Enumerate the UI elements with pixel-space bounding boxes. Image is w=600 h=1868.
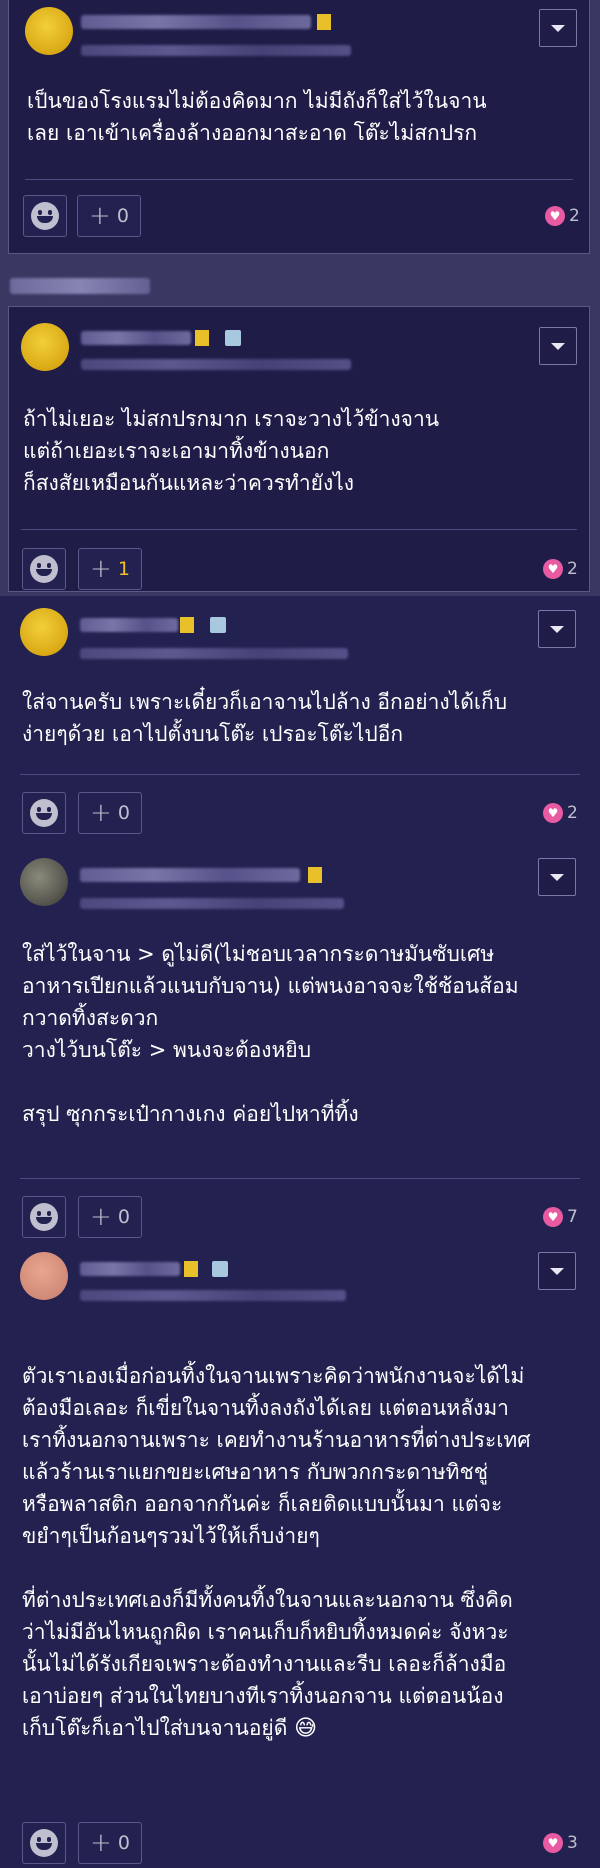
smiley-icon [30, 799, 58, 827]
timestamp-blurred [80, 1290, 346, 1301]
plus-button[interactable]: + 0 [78, 1196, 142, 1238]
member-badge [308, 867, 322, 883]
member-badge [180, 617, 194, 633]
emotion-button[interactable] [22, 548, 66, 590]
heart-icon: ♥ [545, 206, 565, 226]
emotion-button[interactable] [23, 195, 67, 237]
plus-button[interactable]: + 0 [78, 1822, 142, 1864]
heart-count: 3 [567, 1833, 578, 1853]
smiley-icon [30, 555, 58, 583]
plus-button[interactable]: + 0 [77, 195, 141, 237]
emotion-button[interactable] [22, 792, 66, 834]
verified-badge [212, 1261, 228, 1277]
timestamp-blurred [80, 648, 348, 659]
plus-icon: + [90, 1828, 112, 1858]
heart-icon: ♥ [543, 559, 563, 579]
avatar[interactable] [20, 858, 68, 906]
smiley-icon [31, 202, 59, 230]
chevron-down-icon [550, 625, 564, 633]
chevron-down-icon [550, 873, 564, 881]
avatar[interactable] [20, 608, 68, 656]
comment-text: ใส่ไว้ในจาน > ดูไม่ดี(ไม่ชอบเวลากระดาษมั… [22, 942, 519, 1126]
timestamp-blurred [81, 45, 351, 56]
avatar[interactable] [21, 323, 69, 371]
username-blurred[interactable] [80, 868, 300, 882]
plus-count: 0 [117, 1832, 130, 1854]
heart-reaction[interactable]: ♥ 2 [545, 206, 580, 226]
avatar[interactable] [20, 1252, 68, 1300]
plus-count: 0 [117, 802, 130, 824]
comment-text: เป็นของโรงแรมไม่ต้องคิดมาก ไม่มีถังก็ใส่… [27, 89, 487, 145]
divider [20, 1178, 580, 1179]
comment-text: ตัวเราเองเมื่อก่อนทิ้งในจานเพราะคิดว่าพน… [22, 1328, 578, 1745]
sweat-smile-emoji: 😅 [294, 1716, 317, 1741]
plus-button[interactable]: + 0 [78, 792, 142, 834]
comment-menu-button[interactable] [539, 327, 577, 365]
emotion-button[interactable] [22, 1196, 66, 1238]
reply-block: ใส่ไว้ในจาน > ดูไม่ดี(ไม่ชอบเวลากระดาษมั… [0, 850, 600, 1250]
emotion-button[interactable] [22, 1822, 66, 1864]
heart-count: 2 [567, 803, 578, 823]
comment-text-body: ตัวเราเองเมื่อก่อนทิ้งในจานเพราะคิดว่าพน… [22, 1364, 531, 1740]
smiley-icon [30, 1829, 58, 1857]
member-badge [317, 14, 331, 30]
plus-icon: + [90, 798, 112, 828]
heart-reaction[interactable]: ♥ 7 [543, 1207, 578, 1227]
heart-count: 7 [567, 1207, 578, 1227]
heart-icon: ♥ [543, 803, 563, 823]
chevron-down-icon [551, 24, 565, 32]
timestamp-blurred [81, 359, 351, 370]
heart-icon: ♥ [543, 1833, 563, 1853]
verified-badge [210, 617, 226, 633]
comment-text: ถ้าไม่เยอะ ไม่สกปรกมาก เราจะวางไว้ข้างจา… [23, 407, 440, 495]
divider [20, 774, 580, 775]
comment-menu-button[interactable] [538, 1252, 576, 1290]
comment-menu-button[interactable] [538, 858, 576, 896]
plus-icon: + [90, 1202, 112, 1232]
avatar[interactable] [25, 7, 73, 55]
plus-count: 0 [117, 1206, 130, 1228]
divider [25, 179, 573, 180]
username-blurred[interactable] [81, 15, 311, 29]
timestamp-blurred [80, 898, 344, 909]
username-blurred[interactable] [81, 331, 191, 345]
heart-count: 2 [567, 559, 578, 579]
section-label-blurred [10, 278, 150, 294]
comment-text: ใส่จานครับ เพราะเดี๋ยวก็เอาจานไปล้าง อีก… [22, 690, 508, 746]
comment-menu-button[interactable] [539, 9, 577, 47]
plus-button[interactable]: + 1 [78, 548, 142, 590]
heart-reaction[interactable]: ♥ 3 [543, 1833, 578, 1853]
plus-count: 0 [116, 205, 129, 227]
comment-menu-button[interactable] [538, 610, 576, 648]
reply-block: ตัวเราเองเมื่อก่อนทิ้งในจานเพราะคิดว่าพน… [0, 1244, 600, 1868]
heart-reaction[interactable]: ♥ 2 [543, 803, 578, 823]
chevron-down-icon [550, 1267, 564, 1275]
divider [21, 529, 577, 530]
comment-card: เป็นของโรงแรมไม่ต้องคิดมาก ไม่มีถังก็ใส่… [8, 0, 590, 254]
reply-block: ใส่จานครับ เพราะเดี๋ยวก็เอาจานไปล้าง อีก… [0, 596, 600, 850]
member-badge [184, 1261, 198, 1277]
smiley-icon [30, 1203, 58, 1231]
heart-icon: ♥ [543, 1207, 563, 1227]
username-blurred[interactable] [80, 618, 178, 632]
chevron-down-icon [551, 342, 565, 350]
heart-reaction[interactable]: ♥ 2 [543, 559, 578, 579]
heart-count: 2 [569, 206, 580, 226]
member-badge [195, 330, 209, 346]
plus-icon: + [90, 554, 112, 584]
username-blurred[interactable] [80, 1262, 180, 1276]
verified-badge [225, 330, 241, 346]
plus-icon: + [89, 201, 111, 231]
plus-count: 1 [117, 558, 130, 580]
